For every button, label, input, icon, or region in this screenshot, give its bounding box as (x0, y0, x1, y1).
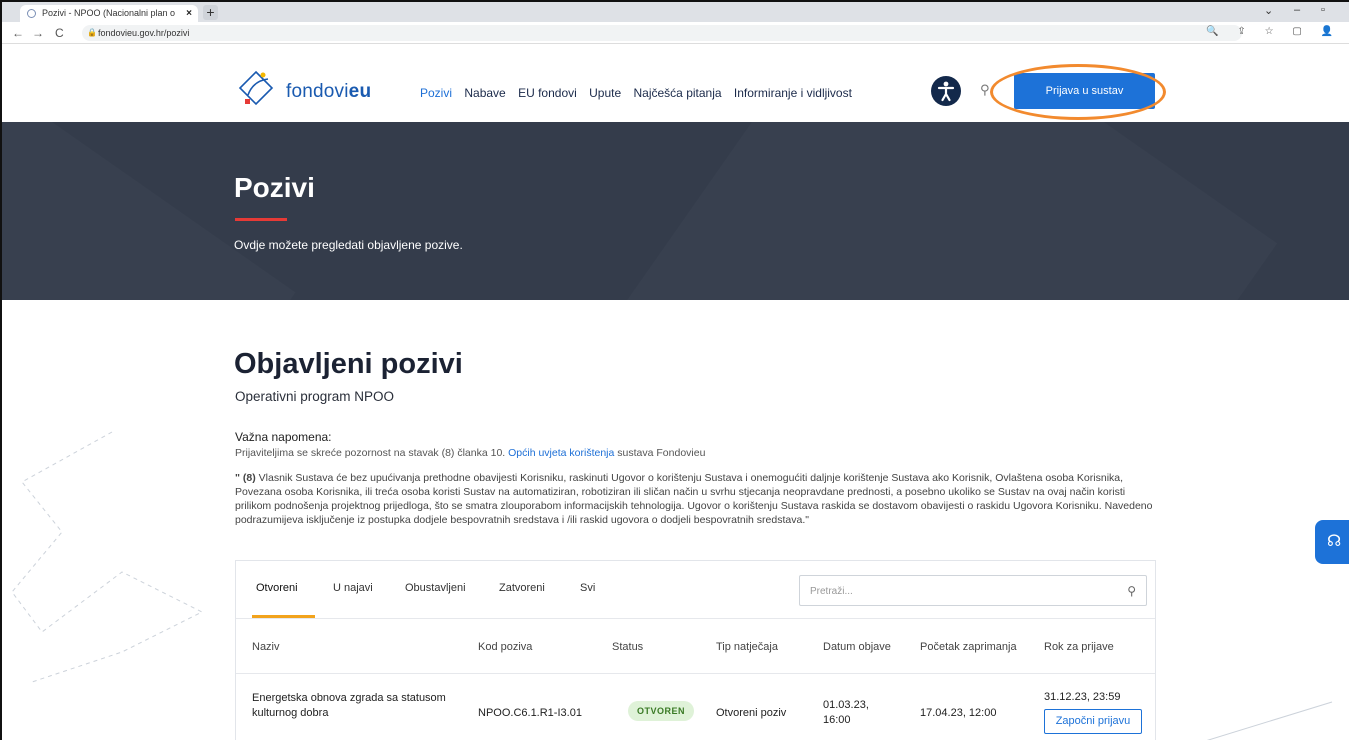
back-icon[interactable]: ← (12, 26, 24, 40)
table-header: Naziv Kod poziva Status Tip natječaja Da… (236, 619, 1155, 674)
status-badge: OTVOREN (628, 701, 694, 721)
hero-decor-shape (627, 122, 1277, 300)
cell-datum: 01.03.23, 16:00 (823, 699, 869, 726)
start-application-button[interactable]: Započni prijavu (1044, 709, 1142, 734)
page-subtitle: Ovdje možete pregledati objavljene poziv… (234, 238, 463, 252)
search-input[interactable]: Pretraži... ⚲ (799, 575, 1147, 606)
browser-toolbar-icons[interactable]: 🔍 ⇪ ☆ ▢ 👤 (1206, 26, 1341, 37)
forward-icon[interactable]: → (32, 26, 44, 40)
url-text: fondovieu.gov.hr/pozivi (98, 28, 190, 38)
logo-icon[interactable] (238, 70, 274, 106)
note-text-before: Prijaviteljima se skreće pozornost na st… (235, 447, 509, 459)
tab-otvoreni[interactable]: Otvoreni (256, 582, 298, 594)
address-bar: ← → C 🔒 fondovieu.gov.hr/pozivi 🔍 ⇪ ☆ ▢ … (2, 22, 1349, 44)
nav-item-informiranje[interactable]: Informiranje i vidljivost (734, 86, 852, 100)
column-header-rok: Rok za prijave (1044, 641, 1114, 653)
accessibility-icon[interactable] (931, 76, 961, 106)
column-header-status: Status (612, 641, 644, 653)
lock-icon: 🔒 (87, 28, 97, 37)
active-tab-indicator (252, 615, 315, 618)
main-nav: Pozivi Nabave EU fondovi Upute Najčešća … (420, 86, 861, 100)
search-icon[interactable]: ⚲ (1127, 576, 1136, 607)
tab-close-icon[interactable]: × (186, 5, 192, 22)
hero-banner: Pozivi Ovdje možete pregledati objavljen… (2, 122, 1349, 300)
cell-rok: 31.12.23, 23:59 (1044, 691, 1121, 703)
browser-tab-bar: Pozivi - NPOO (Nacionalni plan o × + ⌄ –… (2, 2, 1349, 22)
note-heading: Važna napomena: (235, 430, 332, 444)
column-header-naziv: Naziv (252, 641, 280, 653)
hero-decor-shape (2, 122, 295, 300)
column-header-kod: Kod poziva (478, 641, 533, 653)
search-placeholder: Pretraži... (810, 586, 853, 597)
decor-line (1206, 701, 1333, 740)
cell-tip: Otvoreni poziv (716, 707, 787, 719)
calls-panel: Otvoreni U najavi Obustavljeni Zatvoreni… (235, 560, 1156, 740)
note-text: Prijaviteljima se skreće pozornost na st… (235, 447, 705, 459)
nav-item-pozivi[interactable]: Pozivi (420, 86, 452, 100)
favicon-icon (27, 9, 36, 18)
table-row[interactable]: Energetska obnova zgrada sa statusom kul… (236, 674, 1155, 740)
tab-search-icon[interactable]: ⌄ (1264, 4, 1273, 17)
tab-u-najavi[interactable]: U najavi (333, 582, 373, 594)
title-underline (235, 218, 287, 221)
tab-zatvoreni[interactable]: Zatvoreni (499, 582, 545, 594)
column-header-tip: Tip natječaja (716, 641, 778, 653)
browser-tab[interactable]: Pozivi - NPOO (Nacionalni plan o × (20, 5, 198, 22)
filter-tabs: Otvoreni U najavi Obustavljeni Zatvoreni… (236, 561, 1155, 619)
quote-body: Vlasnik Sustava će bez upućivanja pretho… (235, 472, 1153, 526)
logo-text-bold: eu (348, 81, 372, 102)
column-header-datum: Datum objave (823, 641, 891, 653)
login-button[interactable]: Prijava u sustav (1014, 73, 1155, 109)
search-icon[interactable]: ⚲ (980, 82, 990, 98)
url-input[interactable]: 🔒 fondovieu.gov.hr/pozivi (82, 25, 1242, 41)
screenshot-frame: Pozivi - NPOO (Nacionalni plan o × + ⌄ –… (0, 0, 1349, 740)
decor-dashed-shape (11, 431, 204, 683)
nav-item-eu-fondovi[interactable]: EU fondovi (518, 86, 577, 100)
maximize-button[interactable]: ▫ (1321, 4, 1325, 16)
quote-lead: " (8) (235, 472, 256, 484)
cell-kod: NPOO.C6.1.R1-I3.01 (478, 707, 582, 719)
terms-link[interactable]: Općih uvjeta korištenja (508, 447, 614, 459)
logo-text-plain: fondovi (286, 81, 349, 102)
reload-icon[interactable]: C (55, 26, 64, 40)
column-header-pocetak: Početak zaprimanja (920, 641, 1017, 653)
tab-obustavljeni[interactable]: Obustavljeni (405, 582, 466, 594)
section-subtitle: Operativni program NPOO (235, 389, 395, 404)
section-title: Objavljeni pozivi (234, 348, 463, 380)
nav-item-nabave[interactable]: Nabave (464, 86, 505, 100)
minimize-button[interactable]: – (1294, 4, 1300, 16)
logo-text[interactable]: fondovieu (286, 81, 371, 103)
note-quote: " (8) Vlasnik Sustava će bez upućivanja … (235, 471, 1155, 527)
browser-tab-title: Pozivi - NPOO (Nacionalni plan o (42, 8, 176, 18)
page-title: Pozivi (234, 172, 315, 203)
nav-item-najcesca-pitanja[interactable]: Najčešća pitanja (634, 86, 722, 100)
cell-naziv[interactable]: Energetska obnova zgrada sa statusom kul… (252, 691, 472, 721)
headset-icon[interactable]: ☊ (1315, 520, 1349, 564)
nav-item-upute[interactable]: Upute (589, 86, 621, 100)
new-tab-button[interactable]: + (203, 5, 218, 20)
tab-svi[interactable]: Svi (580, 582, 595, 594)
note-text-after: sustava Fondovieu (614, 447, 706, 459)
cell-pocetak: 17.04.23, 12:00 (920, 707, 997, 719)
